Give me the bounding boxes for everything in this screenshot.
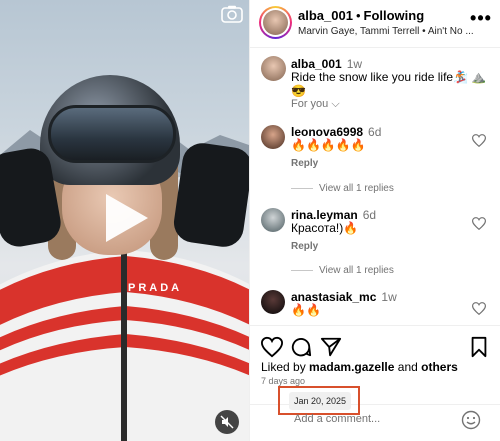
heart-icon[interactable] [472, 217, 486, 230]
likes-and: and [397, 360, 418, 374]
author-header-line: alba_001 • Following [298, 8, 424, 23]
view-replies-button[interactable]: View all 1 replies [291, 265, 394, 276]
comment-text: 🔥🔥🔥🔥🔥 [291, 138, 366, 152]
commenter-username[interactable]: anastasiak_mc [291, 290, 376, 304]
author-username[interactable]: alba_001 [298, 8, 353, 23]
likes-summary: Liked by madam.gazelle and others [261, 360, 458, 374]
comment-header: rina.leyman 6d [291, 208, 376, 222]
comment-header: leonova6998 6d [291, 125, 381, 139]
mute-icon [220, 415, 234, 429]
view-replies-button[interactable]: View all 1 replies [291, 183, 394, 194]
comment-header: anastasiak_mc 1w [291, 290, 397, 304]
comment-input[interactable]: Add a comment... [294, 413, 380, 425]
mute-button[interactable] [215, 410, 239, 434]
commenter-username[interactable]: rina.leyman [291, 208, 358, 222]
reply-button[interactable]: Reply [291, 158, 318, 169]
post-age[interactable]: 7 days ago [261, 376, 305, 386]
commenter-avatar[interactable] [261, 290, 285, 314]
glove-right [171, 140, 249, 250]
likes-prefix: Liked by [261, 360, 306, 374]
post-header: alba_001 • Following Marvin Gaye, Tammi Te… [250, 0, 500, 48]
date-tooltip: Jan 20, 2025 [289, 392, 351, 410]
commenter-username[interactable]: leonova6998 [291, 125, 363, 139]
post-media[interactable]: PRADA [0, 0, 249, 441]
liked-by-user[interactable]: madam.gazelle [309, 360, 394, 374]
camera-icon[interactable] [221, 5, 243, 23]
play-icon[interactable] [102, 192, 150, 244]
reply-button[interactable]: Reply [291, 241, 318, 252]
view-replies-label: View all 1 replies [319, 265, 394, 276]
author-avatar[interactable] [259, 6, 292, 39]
smile-icon[interactable] [461, 410, 481, 430]
caption-avatar[interactable] [261, 56, 286, 81]
replies-divider [291, 188, 313, 189]
comment-time: 6d [368, 125, 382, 139]
comment-sort-dropdown[interactable]: For you ⌵ [291, 98, 340, 111]
replies-divider [291, 270, 313, 271]
comment-time: 1w [381, 290, 397, 304]
jacket-brand-text: PRADA [128, 282, 183, 294]
share-icon[interactable] [320, 336, 342, 358]
heart-icon[interactable] [472, 302, 486, 315]
ski-jacket [0, 250, 249, 441]
comment-time: 6d [362, 208, 377, 222]
likes-others-link[interactable]: others [421, 360, 458, 374]
comment-text: 🔥🔥 [291, 303, 321, 317]
caption-header: alba_001 1w [291, 57, 362, 71]
follow-status-button[interactable]: Following [364, 8, 425, 23]
caption-time: 1w [346, 57, 363, 71]
post-actions-bar [250, 325, 500, 361]
post-details-panel: alba_001 • Following Marvin Gaye, Tammi Te… [249, 0, 500, 441]
more-options-icon[interactable]: ••• [470, 9, 492, 30]
goggles [48, 105, 176, 163]
heart-icon[interactable] [472, 134, 486, 147]
caption-username[interactable]: alba_001 [291, 57, 342, 71]
caption-text: Ride the snow like you ride life🏂 ⛰️ 😎 [291, 70, 487, 98]
audio-track-link[interactable]: Marvin Gaye, Tammi Terrell • Ain't No ..… [298, 26, 474, 37]
view-replies-label: View all 1 replies [319, 183, 394, 194]
commenter-avatar[interactable] [261, 208, 285, 232]
comment-icon[interactable] [290, 336, 312, 358]
bookmark-icon[interactable] [468, 336, 490, 358]
like-heart-icon[interactable] [261, 336, 283, 358]
commenter-avatar[interactable] [261, 125, 285, 149]
comment-text: Красота!)🔥 [291, 221, 359, 235]
header-separator: • [355, 8, 361, 23]
